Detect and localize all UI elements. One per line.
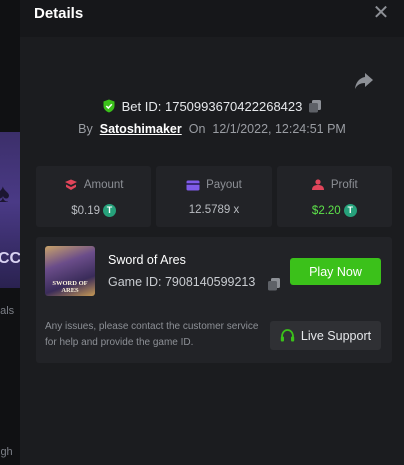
bet-meta-row: By Satoshimaker On 12/1/2022, 12:24:51 P…: [20, 120, 404, 138]
payout-card-icon: [186, 180, 200, 190]
copy-icon[interactable]: [267, 277, 281, 291]
by-label: By: [78, 122, 93, 136]
live-support-label: Live Support: [300, 328, 372, 343]
close-icon[interactable]: ✕: [370, 2, 392, 24]
copy-icon[interactable]: [308, 99, 322, 113]
stat-label: Payout: [206, 179, 242, 191]
headset-icon: [280, 328, 295, 341]
background-text-fragment: igh: [0, 446, 13, 458]
game-name: Sword of Ares: [108, 253, 186, 267]
live-support-button[interactable]: Live Support: [270, 321, 381, 350]
background-page: ♠ CCA nals igh: [0, 0, 20, 465]
stat-label: Amount: [83, 179, 124, 191]
username-link[interactable]: Satoshimaker: [100, 122, 182, 136]
bet-id-row: Bet ID: 1750993670422268423: [20, 96, 404, 116]
details-modal: Details ✕ Bet ID: 1750993670422268423 By…: [20, 0, 404, 465]
modal-header: Details ✕: [20, 0, 404, 37]
tether-icon: T: [103, 204, 117, 217]
stat-label: Profit: [330, 179, 358, 191]
verified-shield-icon: [103, 99, 115, 113]
stat-value: $2.20: [311, 204, 341, 217]
on-label: On: [188, 122, 206, 136]
stat-amount: Amount $0.19 T: [36, 166, 152, 227]
bet-id: Bet ID: 1750993670422268423: [121, 98, 303, 114]
stat-payout: Payout 12.5789 x: [156, 166, 272, 227]
background-card-text: CCA: [0, 250, 20, 267]
tether-icon: T: [343, 204, 357, 217]
play-now-button[interactable]: Play Now: [290, 258, 381, 285]
support-notice: Any issues, please contact the customer …: [45, 321, 259, 348]
background-text-fragment: nals: [0, 305, 15, 317]
game-panel: SWORD OF ARES Sword of Ares Game ID: 790…: [36, 237, 392, 363]
game-thumbnail[interactable]: SWORD OF ARES: [45, 246, 95, 296]
stat-value: 12.5789 x: [188, 204, 240, 216]
amount-icon: [64, 179, 77, 190]
background-game-card: ♠ CCA: [0, 132, 20, 288]
share-icon[interactable]: [354, 72, 374, 90]
stat-value: $0.19: [71, 204, 101, 217]
profit-icon: [311, 179, 324, 190]
stats-row: Amount $0.19 T Payout 12.5789 x Profit $…: [36, 166, 392, 227]
game-id: Game ID: 7908140599213: [108, 275, 256, 289]
spade-icon: ♠: [0, 178, 10, 208]
stat-profit: Profit $2.20 T: [276, 166, 392, 227]
modal-title: Details: [34, 5, 84, 22]
game-thumbnail-title: SWORD OF ARES: [52, 280, 88, 294]
bet-date: 12/1/2022, 12:24:51 PM: [212, 122, 346, 136]
